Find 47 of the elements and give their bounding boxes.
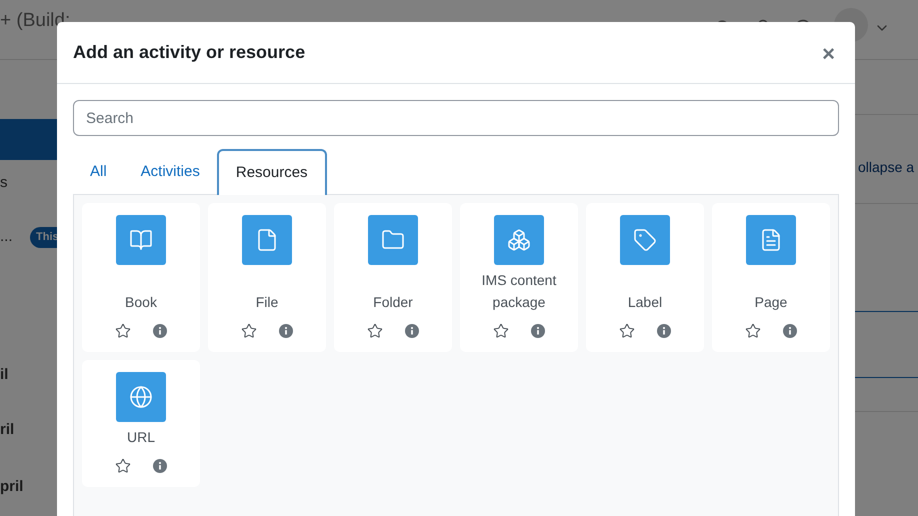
tab[interactable]: Activities [124, 150, 217, 194]
info-icon[interactable] [279, 324, 293, 338]
info-icon[interactable] [783, 324, 797, 338]
resource-card[interactable]: File [208, 203, 326, 352]
star-icon[interactable] [115, 458, 131, 474]
tab[interactable]: Resources [216, 149, 327, 195]
file-icon [242, 215, 292, 265]
info-icon[interactable] [153, 324, 167, 338]
search-field[interactable]: Search [73, 100, 839, 136]
tag-icon [620, 215, 670, 265]
collapse-link[interactable]: ollapse a [858, 157, 914, 178]
resource-name: Page [754, 293, 788, 312]
info-icon[interactable] [153, 459, 167, 473]
star-icon[interactable] [619, 323, 635, 339]
resource-card[interactable]: Folder [334, 203, 452, 352]
star-icon[interactable] [241, 323, 257, 339]
boxes-icon [494, 215, 544, 265]
resource-card[interactable]: Book [82, 203, 200, 352]
resource-card[interactable]: Page [712, 203, 830, 352]
resource-name: File [254, 293, 280, 312]
resource-name: IMS content package [480, 271, 558, 312]
info-icon[interactable] [657, 324, 671, 338]
resource-name: Book [124, 293, 158, 312]
sidebar-item[interactable]: ... [0, 226, 13, 248]
document-icon [746, 215, 796, 265]
resource-card[interactable]: IMS content package [460, 203, 578, 352]
close-button[interactable]: × [822, 42, 835, 64]
folder-icon [368, 215, 418, 265]
star-icon[interactable] [115, 323, 131, 339]
info-icon[interactable] [405, 324, 419, 338]
star-icon[interactable] [367, 323, 383, 339]
sidebar-item[interactable]: ril [0, 419, 14, 442]
tab[interactable]: All [73, 150, 124, 194]
info-icon[interactable] [531, 324, 545, 338]
resource-name: URL [126, 428, 156, 447]
resource-card[interactable]: Label [586, 203, 704, 352]
globe-icon [116, 372, 166, 422]
resource-card[interactable]: URL [82, 360, 200, 487]
sidebar-item[interactable]: il [0, 364, 8, 386]
resource-name: Folder [372, 293, 414, 312]
sidebar-item[interactable]: pril [0, 476, 24, 498]
book-icon [116, 215, 166, 265]
modal-title: Add an activity or resource [73, 41, 306, 64]
sidebar-item[interactable]: s [0, 172, 8, 194]
star-icon[interactable] [493, 323, 509, 339]
resource-name: Label [626, 293, 664, 312]
star-icon[interactable] [745, 323, 761, 339]
